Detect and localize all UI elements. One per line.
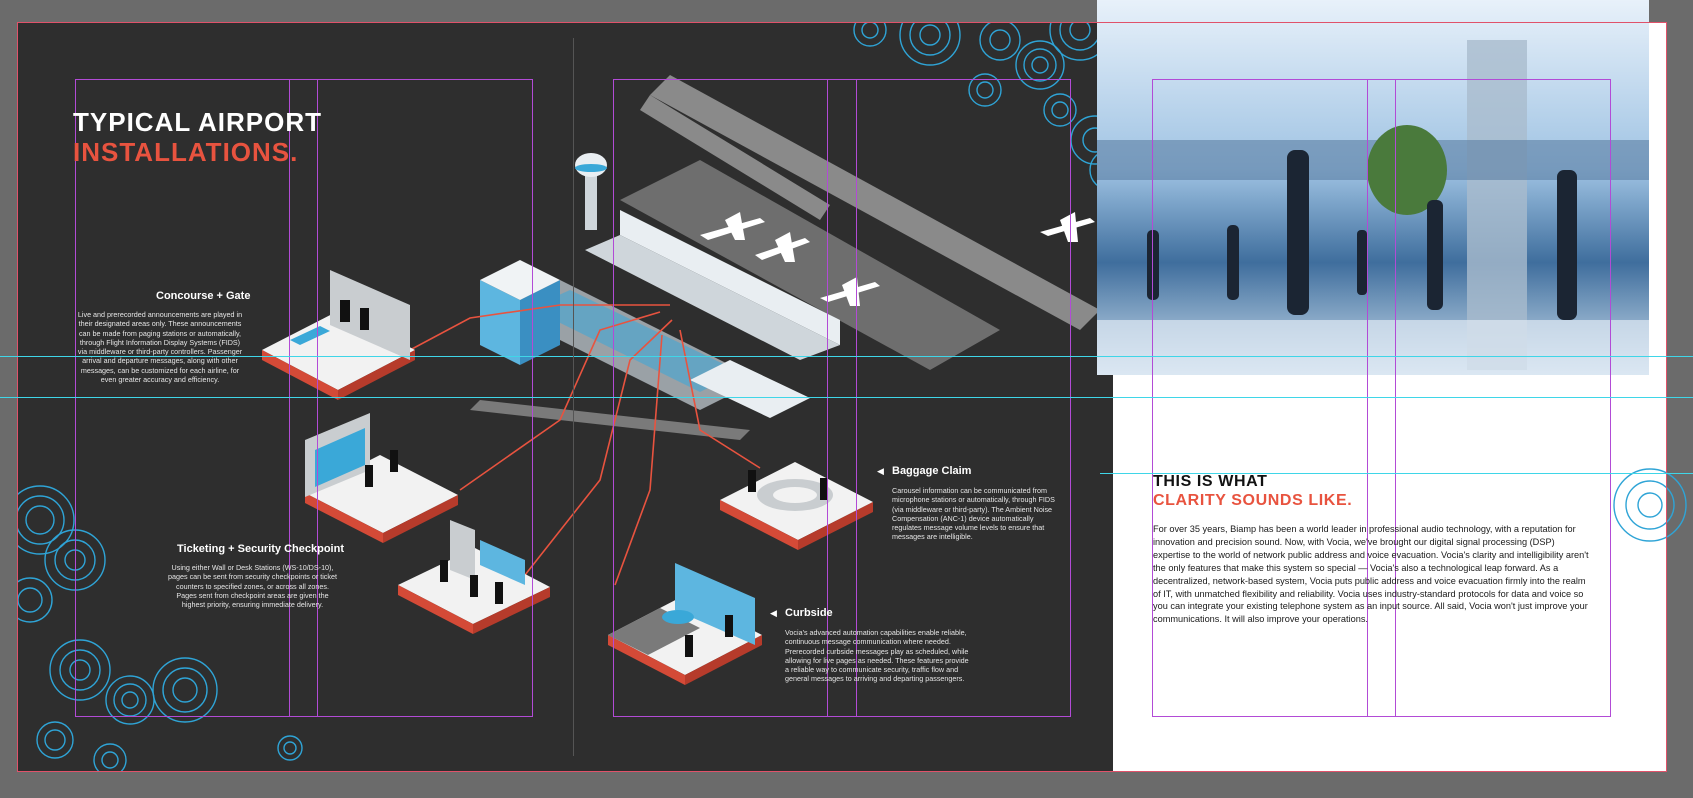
curbside-heading: Curbside — [785, 607, 833, 619]
pointer-left-icon: ◀ — [770, 608, 777, 618]
right-title-line-1: THIS IS WHAT — [1153, 473, 1268, 490]
airport-concourse-photo — [1097, 0, 1649, 375]
baggage-heading: Baggage Claim — [892, 465, 972, 477]
pointer-left-icon: ◀ — [877, 466, 884, 476]
ticketing-body: Using either Wall or Desk Stations (WS-1… — [168, 563, 337, 610]
concourse-body: Live and prerecorded announcements are p… — [77, 310, 243, 385]
right-title-line-2: CLARITY SOUNDS LIKE. — [1153, 492, 1353, 509]
baggage-scene-icon — [720, 462, 873, 550]
security-scene-icon — [398, 520, 550, 634]
title-line-2: INSTALLATIONS. — [73, 137, 299, 167]
page-title: TYPICAL AIRPORT INSTALLATIONS. — [73, 107, 322, 167]
right-title: THIS IS WHAT CLARITY SOUNDS LIKE. — [1153, 472, 1352, 510]
title-line-1: TYPICAL AIRPORT — [73, 107, 323, 137]
spine-line — [573, 38, 574, 756]
baggage-body: Carousel information can be communicated… — [892, 486, 1055, 542]
runway-icon — [620, 75, 1100, 370]
concourse-heading: Concourse + Gate — [156, 290, 251, 302]
curbside-body: Vocia's advanced automation capabilities… — [785, 628, 969, 684]
right-body-text: For over 35 years, Biamp has been a worl… — [1153, 524, 1589, 625]
curbside-scene-icon — [608, 563, 762, 685]
concourse-scene-icon — [262, 270, 415, 400]
ticketing-heading: Ticketing + Security Checkpoint — [177, 543, 344, 555]
ticketing-scene-icon — [305, 413, 458, 543]
